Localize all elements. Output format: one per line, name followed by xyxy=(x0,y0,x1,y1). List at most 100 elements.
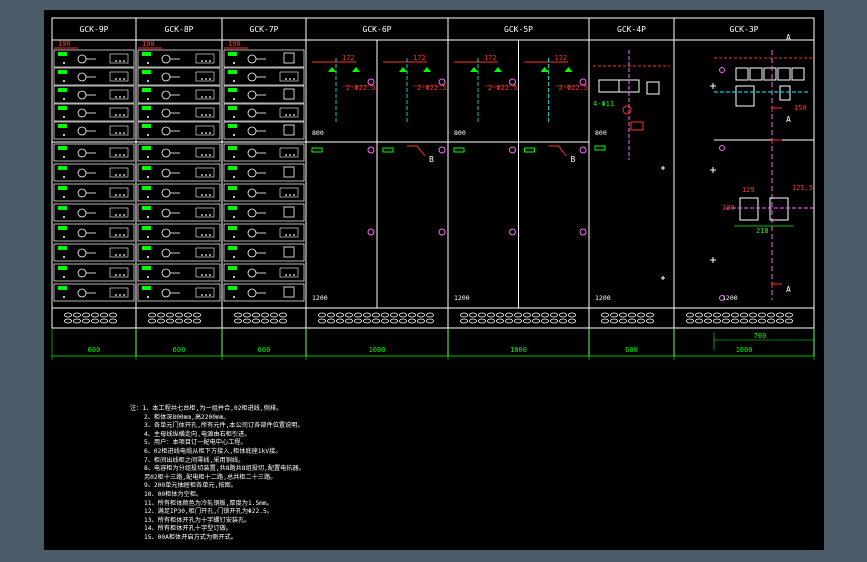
drawer-indicator xyxy=(201,254,203,256)
drawer-handle xyxy=(77,72,87,82)
plinth-slot xyxy=(326,312,335,318)
plinth-slot xyxy=(646,318,655,324)
drawer-lamp xyxy=(63,216,65,218)
note-line: 6、02柜进线电缆从柜下方接入,柜体底座1kV接。 xyxy=(144,447,282,455)
door-marker xyxy=(710,83,716,89)
drawer-nameplate xyxy=(142,286,151,290)
drawer-window xyxy=(109,147,129,158)
dim-129-label: 129 xyxy=(742,186,755,194)
drawer-indicator xyxy=(293,274,295,276)
drawer-unit xyxy=(137,263,221,282)
plinth-slot xyxy=(157,318,166,324)
incoming-meter xyxy=(735,67,749,81)
plinth-slot xyxy=(504,318,513,324)
drawer-window xyxy=(109,125,129,136)
drawer-indicator xyxy=(285,114,287,116)
drawer-indicator xyxy=(119,214,121,216)
drawer-handle xyxy=(247,90,257,100)
drawer-handle xyxy=(247,126,257,136)
drawer-nameplate xyxy=(228,124,237,128)
drawer-indicator xyxy=(119,294,121,296)
drawer-indicator xyxy=(115,194,117,196)
note-line: 2、柜体深800mm,高2200mm。 xyxy=(144,413,230,421)
drawer-indicator xyxy=(119,78,121,80)
drawer-nameplate xyxy=(58,70,67,74)
plinth-slot xyxy=(776,318,785,324)
drawer-indicator xyxy=(201,234,203,236)
drawer-unit xyxy=(137,163,221,182)
cabinet-width-label: 600 xyxy=(88,346,101,354)
incoming-relay xyxy=(735,85,755,107)
drawer-indicator xyxy=(209,78,211,80)
plinth-slot xyxy=(242,312,251,318)
drawer-nameplate xyxy=(142,88,151,92)
drawer-indicator xyxy=(209,154,211,156)
drawer-indicator xyxy=(201,154,203,156)
drawer-handle xyxy=(77,188,87,198)
drawer-unit xyxy=(137,49,221,68)
drawer-indicator xyxy=(209,294,211,296)
drawer-nameplate xyxy=(142,166,151,170)
door-lock xyxy=(438,228,446,236)
drawer-handle xyxy=(77,248,87,258)
door-nameplate xyxy=(594,145,606,151)
drawer-lamp xyxy=(63,176,65,178)
drawer-indicator xyxy=(123,234,125,236)
drawer-unit xyxy=(223,121,305,140)
drawer-nameplate xyxy=(228,88,237,92)
drawer-lamp xyxy=(147,196,149,198)
cabinet-name: GCK-7P xyxy=(250,25,279,34)
plinth-slot xyxy=(695,312,704,318)
meter-cutout xyxy=(564,67,573,72)
drawer-indicator xyxy=(201,174,203,176)
drawer-indicator xyxy=(205,274,207,276)
plinth-slot xyxy=(192,318,201,324)
plinth-slot xyxy=(166,318,175,324)
drawer-nameplate xyxy=(58,124,67,128)
door-lock xyxy=(509,146,516,154)
drawer-indicator xyxy=(119,274,121,276)
door-lock xyxy=(719,67,725,73)
drawer-indicator xyxy=(209,254,211,256)
drawer-lamp xyxy=(233,196,235,198)
drawer-window xyxy=(195,247,215,258)
drawer-unit xyxy=(137,283,221,302)
note-line: 7、柜间出线柜之间零线,采用铜线。 xyxy=(144,456,245,464)
plinth-slot xyxy=(628,318,637,324)
drawer-handle xyxy=(161,90,171,100)
plinth-slot xyxy=(148,318,157,324)
cabinet-gck-9p: GCK-9P 190 xyxy=(53,18,137,356)
drawer-indicator xyxy=(119,174,121,176)
note-line: 注：1、本工程共七台柜,为一组并合,02柜进线,侧排。 xyxy=(130,405,283,412)
drawer-handle xyxy=(247,188,257,198)
plinth-slot xyxy=(704,312,713,318)
drawer-handle xyxy=(77,168,87,178)
drawer-unit xyxy=(53,183,135,202)
note-line: 15、00A柜体开启方式为侧开式。 xyxy=(144,533,237,541)
cabinet-name: GCK-6P xyxy=(363,25,392,34)
drawer-indicator xyxy=(205,114,207,116)
cabinet-name: GCK-8P xyxy=(165,25,194,34)
drawer-indicator xyxy=(201,214,203,216)
plinth-slot xyxy=(269,318,278,324)
hole-dim-label: 172 xyxy=(342,54,355,62)
drawer-indicator xyxy=(115,214,117,216)
door-nameplate xyxy=(311,147,323,153)
drawer-handle xyxy=(161,72,171,82)
drawer-indicator xyxy=(119,234,121,236)
height-label-top: 800 xyxy=(454,129,466,137)
section-a-label: A xyxy=(786,115,791,124)
drawer-indicator xyxy=(289,114,291,116)
plinth-slot xyxy=(362,318,371,324)
drawer-window xyxy=(195,187,215,198)
plinth-slot xyxy=(91,318,100,324)
incoming-meter xyxy=(763,67,777,81)
drawer-nameplate xyxy=(142,246,151,250)
drawer-unit xyxy=(223,143,305,162)
drawer-meter xyxy=(283,124,295,136)
drawer-unit xyxy=(223,49,305,68)
breaker-window xyxy=(769,197,789,221)
drawing-canvas[interactable]: GCK-9P 190 GCK-8P 190 GCK-7P 190 GCK-6P 800 1200… xyxy=(44,10,824,550)
drawer-lamp xyxy=(233,296,235,298)
drawer-lamp xyxy=(147,156,149,158)
